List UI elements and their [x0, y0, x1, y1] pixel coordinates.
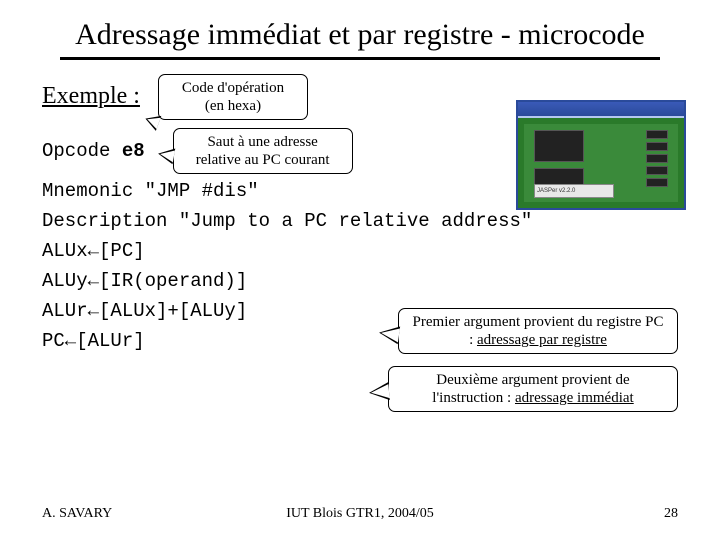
callout-line: Saut à une adresse: [207, 134, 317, 150]
chip-icon: [534, 130, 584, 162]
description-line: Description "Jump to a PC relative addre…: [42, 210, 678, 232]
callout-line: Code d'opération: [182, 80, 284, 96]
callout-pointer-icon: [378, 324, 400, 345]
opcode-label: Opcode: [42, 140, 122, 162]
opcode-line: Opcode e8: [42, 140, 145, 162]
window-titlebar: [518, 102, 684, 116]
callout-underline: adressage par registre: [477, 332, 607, 348]
chip-icon: [646, 142, 668, 151]
simulator-version-panel: JASPer v2.2.0: [534, 184, 614, 198]
callout-underline: adressage immédiat: [515, 390, 634, 406]
chip-icon: [646, 130, 668, 139]
callout-first-arg: Premier argument provient du registre PC…: [398, 308, 678, 354]
callout-opcode-hex: Code d'opération (en hexa): [158, 74, 308, 120]
callout-second-arg: Deuxième argument provient de l'instruct…: [388, 366, 678, 412]
chip-icon: [646, 178, 668, 187]
footer-course: IUT Blois GTR1, 2004/05: [0, 506, 720, 522]
microcode-step: ALUy←[IR(operand)]: [42, 270, 678, 292]
chip-icon: [646, 154, 668, 163]
callout-line: relative au PC courant: [196, 152, 330, 168]
opcode-value: e8: [122, 140, 145, 162]
slide-title: Adressage immédiat et par registre - mic…: [60, 18, 660, 60]
circuit-board: JASPer v2.2.0: [524, 124, 678, 202]
callout-pointer-icon: [156, 145, 175, 164]
callout-line: (en hexa): [205, 98, 261, 114]
chip-icon: [646, 166, 668, 175]
callout-pointer-icon: [368, 382, 389, 402]
example-label: Exemple :: [42, 83, 140, 110]
callout-jump-relative: Saut à une adresse relative au PC couran…: [173, 128, 353, 174]
microcode-step: ALUx←[PC]: [42, 240, 678, 262]
simulator-screenshot: JASPer v2.2.0: [516, 100, 686, 210]
